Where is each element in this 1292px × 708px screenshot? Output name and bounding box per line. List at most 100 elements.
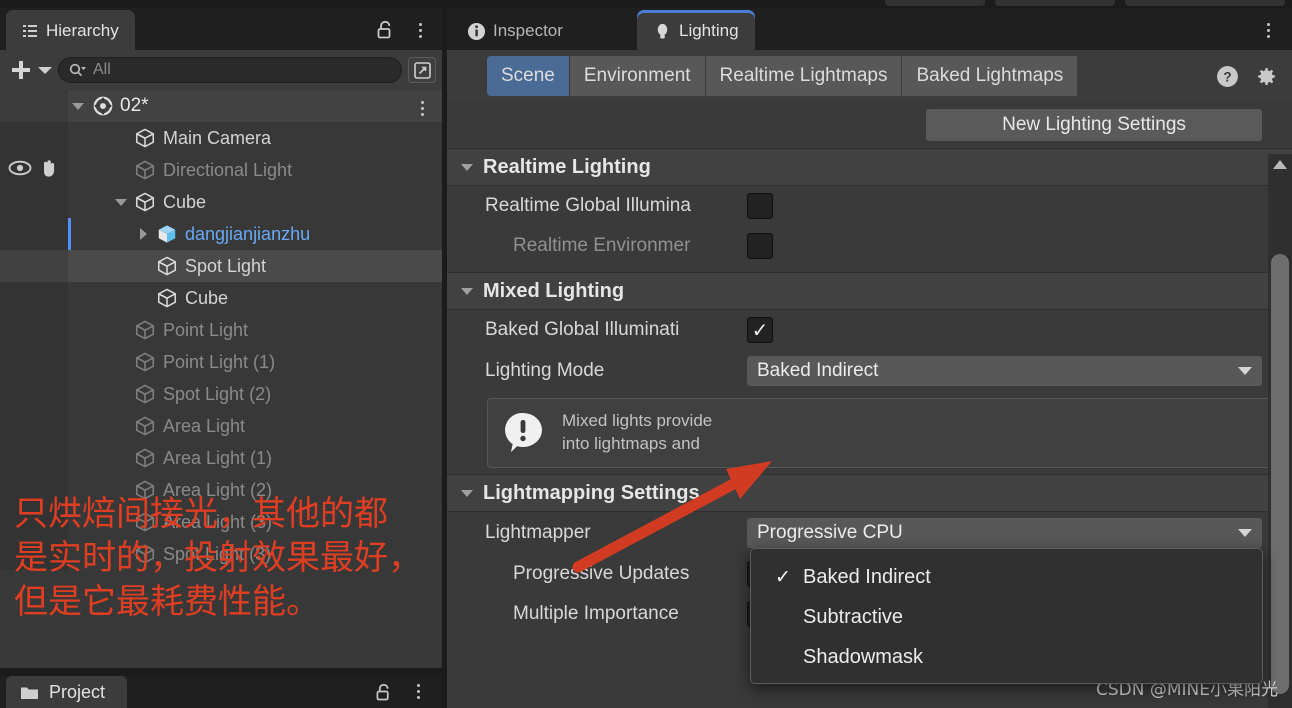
info-line-2: into lightmaps and <box>562 434 700 453</box>
hierarchy-item-label: Main Camera <box>163 127 272 148</box>
menu-item-shadowmask[interactable]: Shadowmask <box>751 637 1262 677</box>
subtab-environment[interactable]: Environment <box>569 56 706 96</box>
hierarchy-item[interactable]: dangjianjianzhu <box>0 218 442 250</box>
toolbar-button-c[interactable] <box>1125 0 1285 6</box>
toolbar-button-a[interactable] <box>885 0 985 6</box>
chevron-down-icon <box>1238 367 1252 375</box>
scrollbar-thumb[interactable] <box>1271 254 1289 694</box>
scene-row-menu-icon[interactable] <box>421 101 424 116</box>
hierarchy-item-label: Spot Light <box>185 255 267 276</box>
subtab-realtime-lightmaps-label: Realtime Lightmaps <box>719 65 888 86</box>
dropdown-lightmapper[interactable]: Progressive CPU <box>747 518 1262 548</box>
hierarchy-item[interactable]: Cube <box>0 282 442 314</box>
inspector-menu-icon[interactable] <box>1267 23 1270 38</box>
checkbox-realtime-environment-lighting[interactable] <box>747 233 773 259</box>
lock-open-icon[interactable] <box>377 20 394 44</box>
info-circle-icon <box>467 22 486 40</box>
hierarchy-item-label: Area Light (1) <box>163 447 273 468</box>
tab-hierarchy[interactable]: Hierarchy <box>6 10 135 52</box>
chevron-down-icon[interactable] <box>115 198 127 206</box>
tab-inspector[interactable]: Inspector <box>451 10 579 52</box>
subtab-baked-lightmaps[interactable]: Baked Lightmaps <box>902 56 1079 96</box>
section-header-realtime-lighting[interactable]: Realtime Lighting <box>447 148 1292 186</box>
subtab-scene[interactable]: Scene <box>487 56 570 96</box>
subtab-realtime-lightmaps[interactable]: Realtime Lightmaps <box>705 56 903 96</box>
hierarchy-item[interactable]: Spot Light <box>0 250 442 282</box>
dropdown-lighting-mode[interactable]: Baked Indirect <box>747 356 1262 386</box>
info-line-1: Mixed lights provide <box>562 411 713 431</box>
folder-icon <box>21 687 38 699</box>
checkbox-baked-global-illumination[interactable]: ✓ <box>747 317 773 343</box>
hierarchy-row-gutter <box>0 410 68 442</box>
search-input[interactable]: All <box>58 57 402 83</box>
eye-icon[interactable] <box>8 160 32 181</box>
hand-pointer-icon[interactable] <box>38 158 60 183</box>
menu-item-subtractive[interactable]: Subtractive <box>751 597 1262 637</box>
chevron-right-icon[interactable] <box>139 228 147 240</box>
hierarchy-row-gutter <box>0 378 68 410</box>
chevron-down-icon <box>38 66 52 74</box>
tab-project-label: Project <box>49 681 106 702</box>
expand-window-icon[interactable] <box>408 57 436 83</box>
hierarchy-item[interactable]: Point Light (1) <box>0 346 442 378</box>
hierarchy-item[interactable]: Cube <box>0 186 442 218</box>
hierarchy-item[interactable]: Directional Light <box>0 154 442 186</box>
search-icon <box>69 63 86 76</box>
check-icon: ✓ <box>775 566 791 588</box>
unity-scene-icon <box>93 96 113 116</box>
lightbulb-icon <box>657 23 668 39</box>
project-panel-tabbar: Project <box>0 676 442 708</box>
section-title-realtime-lighting: Realtime Lighting <box>483 155 651 178</box>
hierarchy-item[interactable]: Point Light <box>0 314 442 346</box>
new-lighting-settings-button[interactable]: New Lighting Settings <box>926 109 1262 141</box>
gameobject-cube-icon <box>134 191 156 213</box>
annotation-line-2: 是实时的，投射效果最好， <box>14 538 422 579</box>
gameobject-cube-icon <box>134 415 156 437</box>
hierarchy-item-label: Directional Light <box>163 159 293 180</box>
menu-item-baked-indirect[interactable]: ✓ Baked Indirect <box>751 557 1262 597</box>
toolbar-button-b[interactable] <box>995 0 1115 6</box>
hierarchy-item[interactable]: Main Camera <box>0 122 442 154</box>
row-baked-global-illumination: Baked Global Illuminati ✓ <box>447 310 1292 350</box>
scene-root-label: 02* <box>120 95 149 116</box>
row-realtime-global-illumination: Realtime Global Illumina <box>447 186 1292 226</box>
gameobject-cube-icon <box>156 255 178 277</box>
hierarchy-item[interactable]: Area Light <box>0 410 442 442</box>
hierarchy-icon <box>23 24 37 37</box>
help-circle-icon[interactable]: ? <box>1216 65 1239 88</box>
gameobject-cube-icon <box>134 127 156 149</box>
gameobject-cube-icon <box>134 319 156 341</box>
project-menu-icon[interactable] <box>417 684 420 699</box>
inspector-tabbar: Inspector Lighting <box>447 8 1292 52</box>
tab-project[interactable]: Project <box>6 676 128 708</box>
section-header-mixed-lighting[interactable]: Mixed Lighting <box>447 272 1292 310</box>
checkbox-realtime-global-illumination[interactable] <box>747 193 773 219</box>
menu-item-baked-indirect-label: Baked Indirect <box>803 565 931 588</box>
hierarchy-item[interactable]: Spot Light (2) <box>0 378 442 410</box>
new-lighting-settings-label: New Lighting Settings <box>1002 114 1186 135</box>
lighting-scrollbar[interactable] <box>1268 154 1292 708</box>
new-lighting-settings-row: New Lighting Settings <box>447 102 1292 148</box>
scroll-up-arrow-icon[interactable] <box>1273 160 1287 169</box>
label-realtime-global-illumination: Realtime Global Illumina <box>485 195 691 216</box>
row-realtime-environment-lighting: Realtime Environmer <box>447 226 1292 266</box>
hierarchy-menu-icon[interactable] <box>419 23 422 38</box>
gear-icon[interactable] <box>1253 64 1278 89</box>
gameobject-cube-icon <box>156 287 178 309</box>
hierarchy-tabbar: Hierarchy <box>0 8 442 52</box>
tab-hierarchy-label: Hierarchy <box>46 21 119 40</box>
chevron-down-icon <box>461 287 473 295</box>
dropdown-lighting-mode-value: Baked Indirect <box>757 360 879 381</box>
hierarchy-item[interactable]: Area Light (1) <box>0 442 442 474</box>
hierarchy-item-label: dangjianjianzhu <box>185 223 311 244</box>
annotation-text: 只烘焙间接光，其他的都 是实时的，投射效果最好， 但是它最耗费性能。 <box>14 492 534 625</box>
subtab-environment-label: Environment <box>583 65 691 86</box>
add-gameobject-button[interactable] <box>10 59 52 81</box>
hierarchy-scene-root[interactable]: 02* <box>0 90 442 122</box>
lighting-mode-dropdown-menu[interactable]: ✓ Baked Indirect Subtractive Shadowmask <box>750 548 1263 684</box>
tab-lighting[interactable]: Lighting <box>637 10 755 52</box>
chevron-down-icon[interactable] <box>72 102 84 110</box>
gameobject-cube-icon <box>134 447 156 469</box>
section-title-mixed-lighting: Mixed Lighting <box>483 279 625 302</box>
project-lock-open-icon[interactable] <box>376 683 392 706</box>
